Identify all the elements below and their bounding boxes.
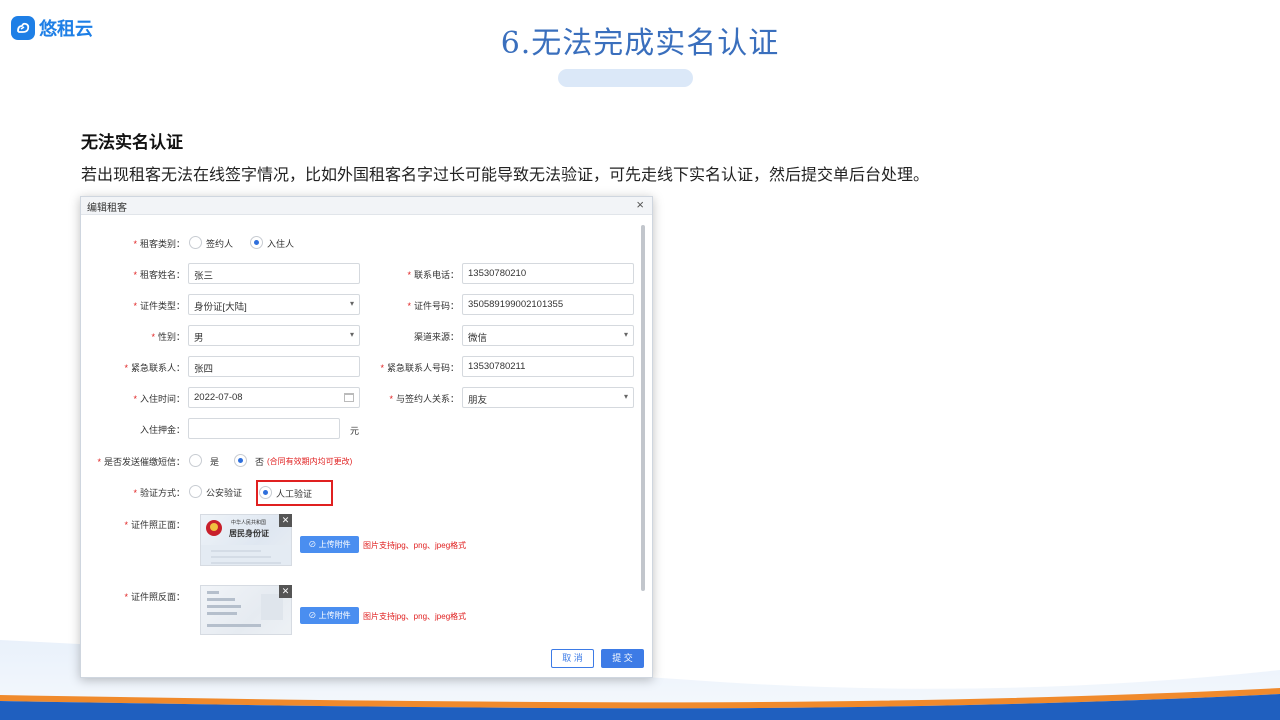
channel-select[interactable]: 微信 ▾ xyxy=(462,325,634,346)
verify-method-label: * 验证方式： xyxy=(133,488,185,498)
id-front-label: * 证件照正面： xyxy=(124,520,185,530)
radio-sms-yes-label: 是 xyxy=(210,457,220,467)
id-number-label: * 证件号码： xyxy=(407,301,459,311)
cancel-button[interactable]: 取 消 xyxy=(551,649,594,668)
upload-back-hint: 图片支持jpg、png、jpeg格式 xyxy=(363,612,467,621)
phone-label: * 联系电话： xyxy=(407,270,459,280)
deposit-unit: 元 xyxy=(350,426,360,436)
relation-select[interactable]: 朋友 ▾ xyxy=(462,387,634,408)
radio-sms-no-label: 否 xyxy=(255,457,265,467)
checkin-date-value: 2022-07-08 xyxy=(194,392,243,403)
tenant-type-label: * 租客类别： xyxy=(133,239,185,249)
emergency-contact-input[interactable]: 张四 xyxy=(188,356,360,377)
tenant-name-input[interactable]: 张三 xyxy=(188,263,360,284)
phone-input[interactable]: 13530780210 xyxy=(462,263,634,284)
radio-occupant-label: 入住人 xyxy=(267,239,295,249)
id-type-label: * 证件类型： xyxy=(133,301,185,311)
upload-front-button[interactable]: ⊘ 上传附件 xyxy=(300,536,359,553)
radio-signer-label: 签约人 xyxy=(206,239,234,249)
checkin-date-label: * 入住时间： xyxy=(133,394,185,404)
radio-signer[interactable] xyxy=(189,236,202,249)
emergency-phone-label: * 紧急联系人号码： xyxy=(380,363,459,373)
id-number-input[interactable]: 350589199002101355 xyxy=(462,294,634,315)
submit-button[interactable]: 提 交 xyxy=(601,649,644,668)
checkin-date-picker[interactable]: 2022-07-08 xyxy=(188,387,360,408)
channel-label: 渠道来源： xyxy=(413,332,459,342)
close-icon[interactable]: ✕ xyxy=(279,585,292,598)
upload-back-label: 上传附件 xyxy=(318,611,351,620)
sms-reminder-label: * 是否发送催缴短信： xyxy=(97,457,185,467)
radio-police-verify-label: 公安验证 xyxy=(206,488,243,498)
section-description: 若出现租客无法在线签字情况，比如外国租客名字过长可能导致无法验证，可先走线下实名… xyxy=(81,165,930,184)
deposit-input[interactable] xyxy=(188,418,340,439)
paperclip-icon: ⊘ xyxy=(308,540,319,549)
relation-value: 朋友 xyxy=(468,395,488,406)
upload-front-label: 上传附件 xyxy=(318,540,351,549)
radio-sms-no[interactable] xyxy=(234,454,247,467)
gender-label: * 性别： xyxy=(151,332,185,342)
radio-manual-verify[interactable] xyxy=(259,486,272,499)
close-icon[interactable]: × xyxy=(636,197,644,213)
id-card-country: 中华人民共和国 xyxy=(231,520,267,526)
radio-occupant[interactable] xyxy=(250,236,263,249)
title-underline-decoration xyxy=(558,69,693,87)
radio-manual-verify-label: 人工验证 xyxy=(276,489,313,499)
deposit-label: 入住押金： xyxy=(139,425,185,435)
emergency-contact-label: * 紧急联系人： xyxy=(124,363,185,373)
chevron-down-icon: ▾ xyxy=(623,392,628,401)
relation-label: * 与签约人关系： xyxy=(389,394,459,404)
edit-tenant-dialog: 编辑租客 × * 租客类别： 签约人 入住人 * 租客姓名： 张三 * 联系电话： 1… xyxy=(80,196,653,678)
id-type-value: 身份证[大陆] xyxy=(194,302,247,313)
channel-value: 微信 xyxy=(468,333,488,344)
chevron-down-icon: ▾ xyxy=(623,330,628,339)
emergency-phone-input[interactable]: 13530780211 xyxy=(462,356,634,377)
radio-sms-yes[interactable] xyxy=(189,454,202,467)
dialog-header: 编辑租客 × xyxy=(81,197,652,215)
chevron-down-icon: ▾ xyxy=(349,299,354,308)
gender-select[interactable]: 男 ▾ xyxy=(188,325,360,346)
dialog-title: 编辑租客 xyxy=(87,203,127,214)
sms-reminder-hint: (合同有效期内均可更改) xyxy=(267,457,353,466)
upload-front-hint: 图片支持jpg、png、jpeg格式 xyxy=(363,541,467,550)
close-icon[interactable]: ✕ xyxy=(279,514,292,527)
tenant-name-label: * 租客姓名： xyxy=(133,270,185,280)
radio-police-verify[interactable] xyxy=(189,485,202,498)
id-type-select[interactable]: 身份证[大陆] ▾ xyxy=(188,294,360,315)
paperclip-icon: ⊘ xyxy=(308,611,319,620)
slide-title: 6.无法完成实名认证 xyxy=(500,26,780,61)
id-back-label: * 证件照反面： xyxy=(124,592,185,602)
dialog-scrollbar[interactable] xyxy=(641,225,645,591)
calendar-icon xyxy=(344,393,354,402)
chevron-down-icon: ▾ xyxy=(349,330,354,339)
section-heading: 无法实名认证 xyxy=(81,133,183,153)
id-card-title: 居民身份证 xyxy=(229,529,269,538)
upload-back-button[interactable]: ⊘ 上传附件 xyxy=(300,607,359,624)
gender-value: 男 xyxy=(194,333,204,344)
